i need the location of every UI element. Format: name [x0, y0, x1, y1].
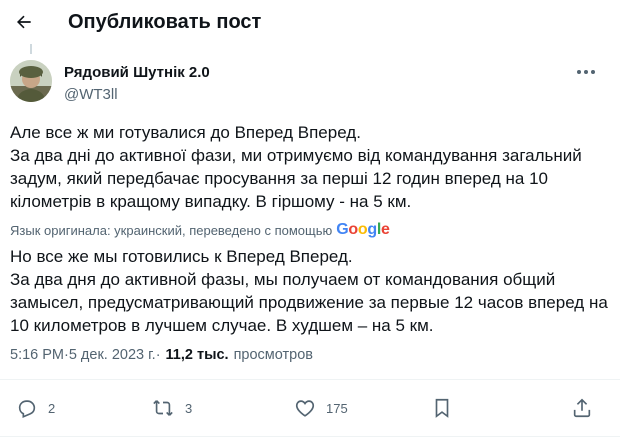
- bookmark-button[interactable]: [432, 396, 452, 420]
- reply-icon: [18, 400, 36, 418]
- author-handle[interactable]: @WT3ll: [64, 86, 118, 104]
- page-title: Опубликовать пост: [68, 11, 262, 33]
- avatar-image: [10, 60, 52, 102]
- like-count: 175: [326, 400, 348, 416]
- repost-button[interactable]: 3: [151, 396, 192, 420]
- repost-icon: [153, 400, 173, 416]
- reply-button[interactable]: 2: [16, 396, 55, 420]
- post-date[interactable]: 5 дек. 2023 г.: [69, 347, 156, 363]
- views-count: 11,2 тыс.: [165, 347, 229, 363]
- views-label: просмотров: [233, 347, 313, 363]
- post-original-text: Але все ж ми готувалися до Вперед Вперед…: [10, 123, 582, 211]
- share-icon: [573, 398, 591, 418]
- translation-note: Язык оригинала: украинский, переведено с…: [10, 221, 390, 239]
- author-name[interactable]: Рядовий Шутнік 2.0: [64, 64, 210, 82]
- divider: [0, 379, 620, 380]
- google-logo: Google: [336, 221, 390, 238]
- bookmark-icon: [435, 398, 449, 418]
- like-button[interactable]: 175: [294, 396, 348, 420]
- divider: [0, 436, 620, 437]
- post-metadata: 5:16 PM · 5 дек. 2023 г. · 11,2 тыс. про…: [10, 345, 313, 365]
- reply-count: 2: [48, 400, 56, 416]
- repost-count: 3: [185, 400, 193, 416]
- post-translated-text: Но все же мы готовились к Вперед Вперед.…: [10, 247, 608, 335]
- share-button[interactable]: [571, 396, 593, 420]
- top-bar: Опубликовать пост: [0, 0, 620, 44]
- back-button[interactable]: [8, 6, 40, 38]
- thread-connector: [30, 44, 32, 54]
- meta-separator: ·: [155, 347, 161, 363]
- post-time[interactable]: 5:16 PM: [10, 347, 64, 363]
- more-options-button[interactable]: [572, 62, 600, 82]
- more-horizontal-icon: [577, 70, 595, 74]
- action-bar: 2 3 175: [0, 396, 620, 420]
- translation-note-text: Язык оригинала: украинский, переведено с…: [10, 222, 333, 238]
- avatar[interactable]: [10, 60, 52, 102]
- heart-icon: [295, 400, 315, 417]
- arrow-left-icon: [17, 15, 31, 29]
